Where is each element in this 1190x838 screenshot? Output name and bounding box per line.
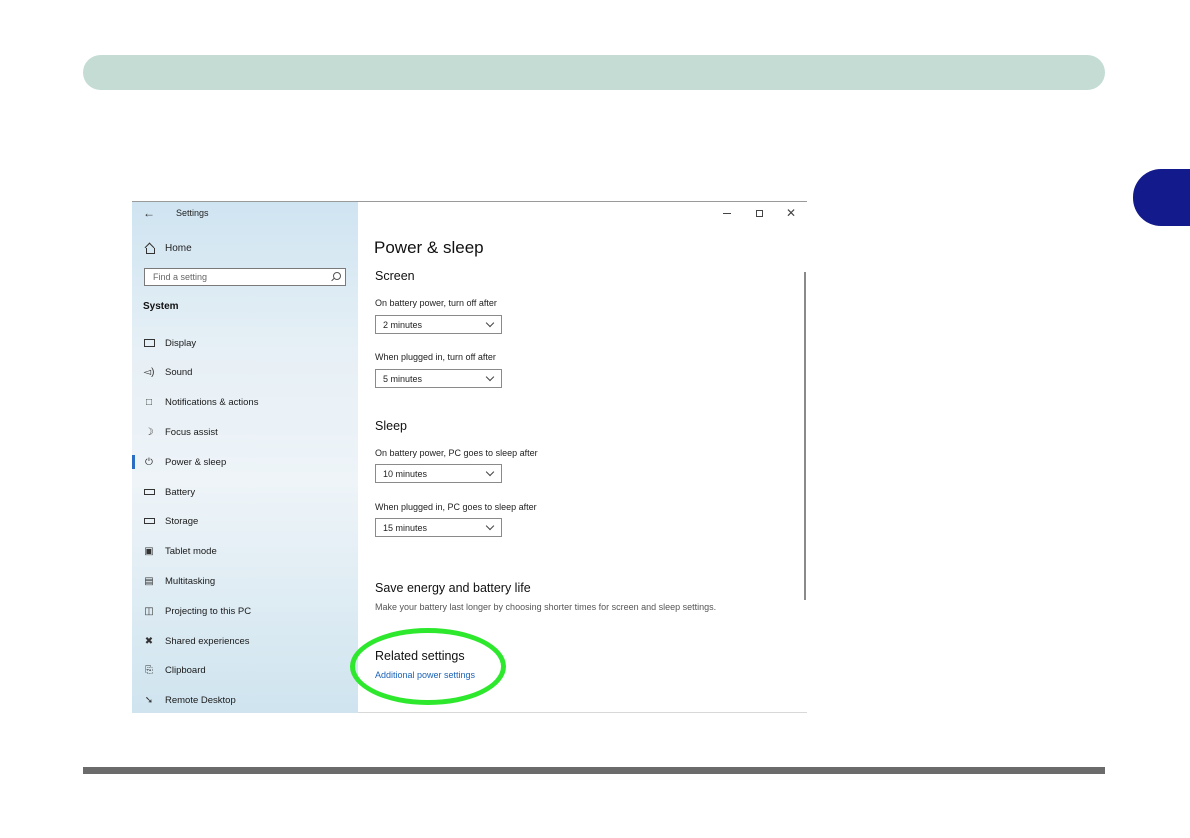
scrollbar[interactable] (804, 272, 806, 600)
sleep-plugged-dropdown[interactable]: 15 minutes (375, 518, 502, 537)
page-header-bar (83, 55, 1105, 90)
sidebar-item-storage[interactable]: Storage (132, 511, 358, 531)
sidebar-item-label: Clipboard (165, 664, 206, 676)
save-energy-heading: Save energy and battery life (375, 581, 531, 595)
sidebar-item-power-sleep[interactable]: ⏻ Power & sleep (132, 452, 358, 472)
chevron-down-icon (485, 372, 495, 382)
sidebar-item-label: Storage (165, 515, 199, 527)
chevron-down-icon (485, 467, 495, 477)
highlight-ring (350, 628, 506, 705)
screen-battery-label: On battery power, turn off after (375, 298, 497, 308)
dropdown-value: 2 minutes (383, 319, 423, 330)
sidebar-item-label: Power & sleep (165, 456, 227, 468)
storage-icon (143, 516, 155, 527)
sidebar-item-projecting[interactable]: ◫ Projecting to this PC (132, 601, 358, 621)
sleep-heading: Sleep (375, 419, 407, 433)
sidebar-item-focus-assist[interactable]: ☽ Focus assist (132, 422, 358, 442)
chevron-down-icon (485, 318, 495, 328)
sidebar-item-multitasking[interactable]: ▤ Multitasking (132, 571, 358, 591)
power-icon: ⏻ (145, 456, 153, 468)
screen-battery-dropdown[interactable]: 2 minutes (375, 315, 502, 334)
save-energy-description: Make your battery last longer by choosin… (375, 602, 717, 612)
notifications-icon: □ (145, 396, 153, 408)
sidebar-item-label: Multitasking (165, 575, 216, 587)
sidebar-item-battery[interactable]: Battery (132, 482, 358, 502)
page-title: Power & sleep (374, 238, 484, 257)
focus-assist-icon: ☽ (144, 426, 154, 438)
sleep-plugged-label: When plugged in, PC goes to sleep after (375, 502, 537, 512)
sidebar-item-display[interactable]: Display (132, 333, 358, 353)
back-arrow-icon[interactable]: ← (143, 206, 157, 220)
screen-heading: Screen (375, 269, 415, 283)
dropdown-value: 5 minutes (383, 373, 423, 384)
minimize-icon (723, 212, 731, 214)
projecting-icon: ◫ (144, 605, 154, 617)
home-label: Home (165, 242, 192, 254)
sleep-battery-dropdown[interactable]: 10 minutes (375, 464, 502, 483)
sound-icon: ◅) (143, 366, 155, 378)
window-title: Settings (176, 208, 209, 218)
multitasking-icon: ▤ (144, 575, 154, 587)
sidebar-item-label: Remote Desktop (165, 694, 236, 706)
sidebar-item-clipboard[interactable]: ⎘ Clipboard (132, 660, 358, 680)
screen-plugged-dropdown[interactable]: 5 minutes (375, 369, 502, 388)
sidebar-item-home[interactable]: Home (144, 241, 192, 255)
dropdown-value: 10 minutes (383, 468, 428, 479)
sidebar-item-label: Notifications & actions (165, 396, 259, 408)
minimize-button[interactable] (711, 202, 743, 224)
sidebar-item-remote-desktop[interactable]: ➘ Remote Desktop (132, 690, 358, 710)
page-footer-line (83, 767, 1105, 774)
sidebar-item-label: Battery (165, 486, 196, 498)
shared-experiences-icon: ✖ (144, 635, 154, 647)
close-icon[interactable]: ✕ (775, 202, 807, 224)
search-box (144, 268, 346, 286)
section-label-system: System (143, 301, 179, 312)
remote-desktop-icon: ➘ (144, 694, 154, 706)
battery-icon (143, 487, 155, 498)
sidebar-item-notifications[interactable]: □ Notifications & actions (132, 392, 358, 412)
sidebar-item-tablet-mode[interactable]: ▣ Tablet mode (132, 541, 358, 561)
screen-plugged-label: When plugged in, turn off after (375, 352, 496, 362)
search-input[interactable] (145, 269, 323, 285)
maximize-icon (755, 209, 763, 217)
sidebar-item-label: Projecting to this PC (165, 605, 252, 617)
chevron-down-icon (485, 521, 495, 531)
dropdown-value: 15 minutes (383, 522, 428, 533)
home-icon (144, 243, 155, 254)
clipboard-icon: ⎘ (145, 664, 153, 676)
search-icon[interactable] (333, 272, 341, 280)
chapter-tab (1133, 169, 1190, 226)
sleep-battery-label: On battery power, PC goes to sleep after (375, 448, 538, 458)
sidebar-item-label: Focus assist (165, 426, 218, 438)
sidebar: ← Settings Home System Display ◅) Sound … (132, 202, 358, 713)
tablet-mode-icon: ▣ (144, 545, 154, 557)
maximize-button[interactable] (743, 202, 775, 224)
sidebar-item-shared-experiences[interactable]: ✖ Shared experiences (132, 631, 358, 651)
display-icon (143, 338, 155, 349)
sidebar-item-label: Tablet mode (165, 545, 217, 557)
sidebar-item-label: Display (165, 337, 197, 349)
sidebar-item-label: Shared experiences (165, 635, 250, 647)
sidebar-item-sound[interactable]: ◅) Sound (132, 362, 358, 382)
sidebar-item-label: Sound (165, 366, 193, 378)
window-controls: ✕ (711, 202, 807, 224)
